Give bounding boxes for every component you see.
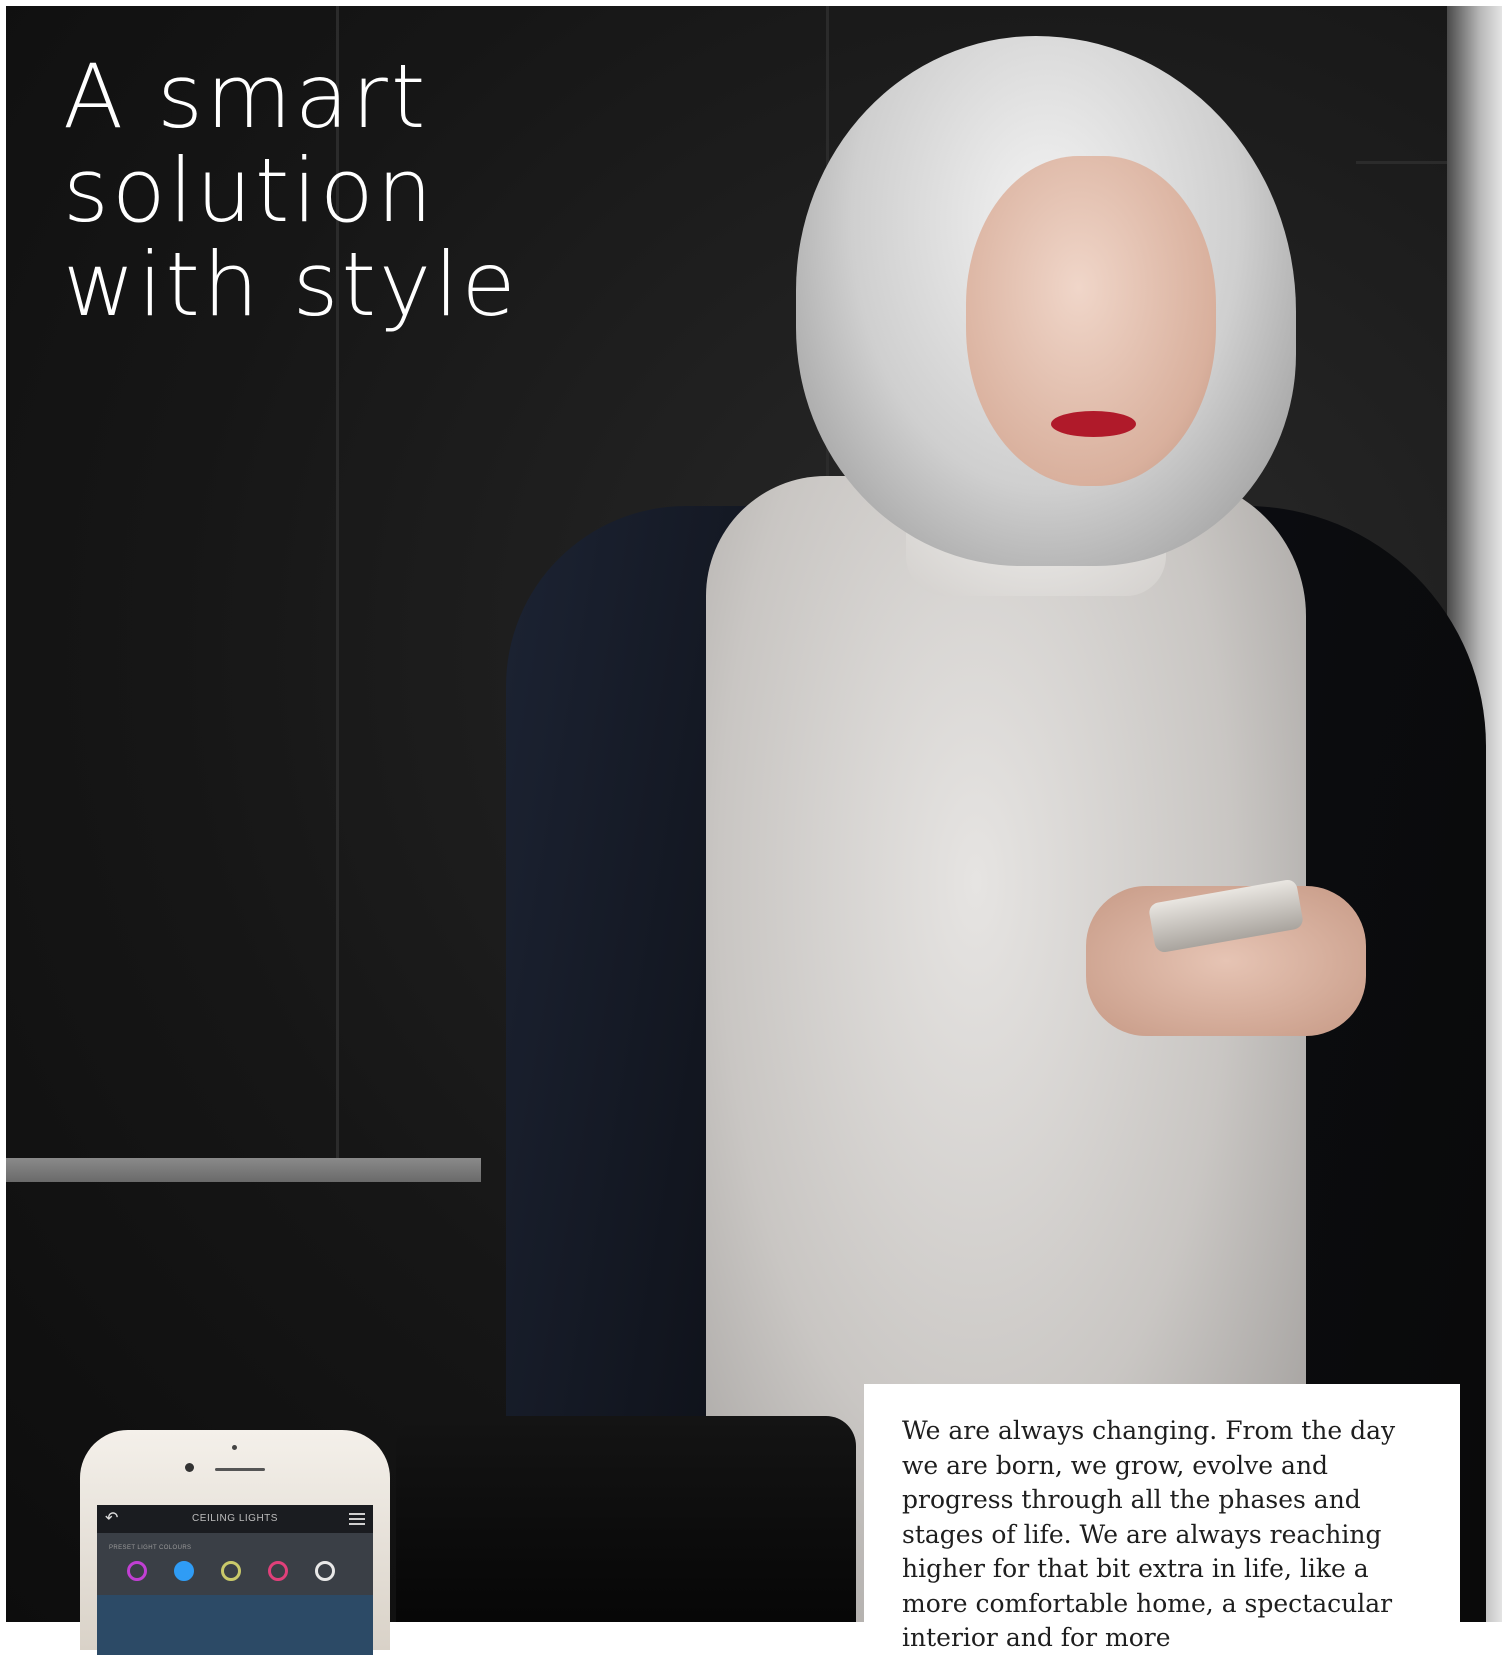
lips [1051, 411, 1136, 437]
hamburger-menu-icon[interactable] [349, 1513, 365, 1525]
app-title: CEILING LIGHTS [192, 1513, 278, 1524]
color-panel[interactable] [97, 1595, 373, 1655]
phone-camera [185, 1463, 194, 1472]
swatch-magenta[interactable] [127, 1561, 147, 1581]
color-swatches [127, 1561, 335, 1581]
headline-line: A smart [63, 45, 429, 148]
phone-screen: ↶ CEILING LIGHTS PRESET LIGHT COLOURS [97, 1505, 373, 1655]
phone-sensor [232, 1445, 237, 1450]
wall-panel-seam [1356, 161, 1456, 164]
swatch-pink[interactable] [268, 1561, 288, 1581]
intro-text-box: We are always changing. From the day we … [864, 1384, 1460, 1652]
swatch-yellow[interactable] [221, 1561, 241, 1581]
phone-earpiece [215, 1468, 265, 1471]
phone-mockup: ↶ CEILING LIGHTS PRESET LIGHT COLOURS [80, 1430, 390, 1655]
headline-line: with style [63, 233, 519, 336]
headline-line: solution [63, 139, 436, 242]
section-label: PRESET LIGHT COLOURS [109, 1545, 192, 1551]
swatch-blue[interactable] [174, 1561, 194, 1581]
wall-rail [6, 1158, 481, 1182]
handbag [396, 1416, 856, 1622]
body-paragraph: We are always changing. From the day we … [902, 1416, 1396, 1652]
swatch-white[interactable] [315, 1561, 335, 1581]
app-header: ↶ CEILING LIGHTS [97, 1505, 373, 1533]
headline: A smart solution with style [63, 50, 519, 332]
